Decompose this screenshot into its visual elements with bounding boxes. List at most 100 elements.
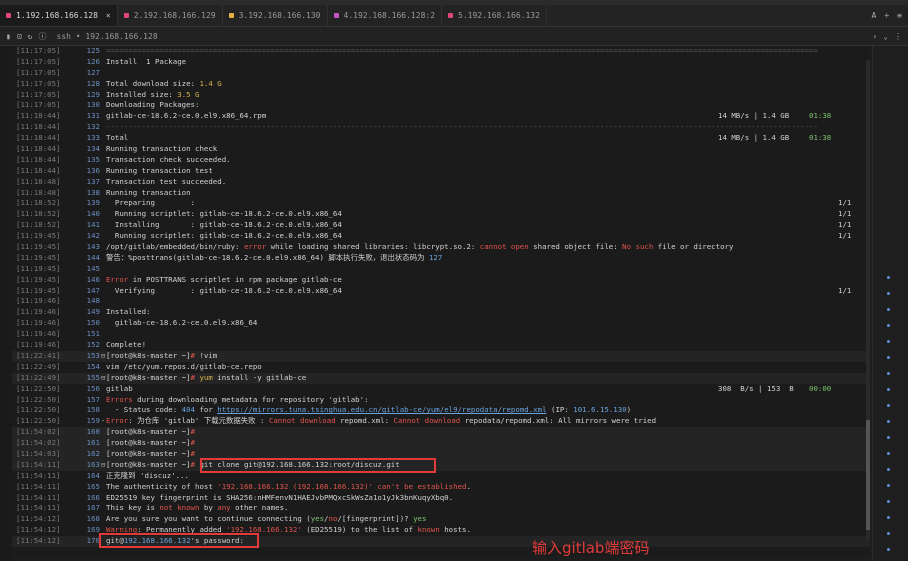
tab-4[interactable]: 4.192.168.166.128:2 bbox=[328, 5, 443, 26]
text-segment: Installed: bbox=[106, 307, 151, 317]
line-number: 158 bbox=[86, 405, 100, 415]
tab-1[interactable]: 1.192.168.166.128 × bbox=[0, 5, 118, 26]
line-text: The authenticity of host '192.168.166.13… bbox=[106, 482, 471, 493]
timestamp: [11:22:50] bbox=[16, 405, 61, 415]
highlight-box-password bbox=[99, 533, 259, 548]
line-number: 138 bbox=[86, 187, 100, 197]
timestamp: [11:19:46] bbox=[16, 340, 61, 350]
line-text: Install 1 Package bbox=[106, 57, 186, 68]
line-text: Running transaction bbox=[106, 188, 191, 199]
line-text: gitlab-ce-18.6.2-ce.0.el9.x86_64.rpm bbox=[106, 111, 266, 122]
text-segment: Error bbox=[106, 274, 129, 284]
sidebar-marker-icon bbox=[887, 516, 890, 519]
text-segment: gitlab-ce-18.6.2-ce.0.el9.x86_64.rpm bbox=[106, 111, 267, 121]
fold-icon[interactable]: ⊟ bbox=[101, 351, 105, 362]
terminal-scrollbar[interactable] bbox=[866, 60, 870, 540]
info-icon[interactable]: ⓘ bbox=[38, 31, 46, 42]
line-number: 161 bbox=[86, 438, 100, 448]
sidebar-marker-icon bbox=[887, 276, 890, 279]
sidebar-marker-icon bbox=[887, 324, 890, 327]
text-segment: 101.6.15.130 bbox=[573, 405, 627, 415]
text-segment: Running scriptlet: gitlab-ce-18.6.2-ce.0… bbox=[106, 209, 342, 219]
text-segment: # bbox=[190, 427, 195, 437]
line-text: Running transaction check bbox=[106, 144, 217, 155]
close-icon[interactable]: × bbox=[106, 11, 111, 20]
terminal-line: [11:22:50] 159- Error: 为仓库 'gitlab' 下载元数据失… bbox=[12, 416, 870, 427]
more-icon[interactable]: ⋮ bbox=[894, 32, 902, 41]
new-session-icon[interactable]: ⊡ bbox=[17, 32, 22, 41]
timestamp: [11:18:44] bbox=[16, 165, 61, 175]
terminal-line: [11:54:02] 161 [root@k8s-master ~]# bbox=[12, 438, 870, 449]
terminal-line: [11:54:11] 165 The authenticity of host '1… bbox=[12, 482, 870, 493]
sidebar-marker-icon bbox=[887, 388, 890, 391]
text-segment: Running transaction check bbox=[106, 144, 218, 154]
text-segment: 1.4 G bbox=[199, 78, 222, 88]
line-text: Error in POSTTRANS scriptlet in rpm pack… bbox=[106, 275, 342, 286]
line-text: Installed: bbox=[106, 307, 151, 318]
sidebar-toggle-icon[interactable]: ▮ bbox=[6, 32, 11, 41]
terminal-line: [11:54:11] 164 正克隆到 'discuz'... bbox=[12, 471, 870, 482]
sidebar-marker-icon bbox=[887, 452, 890, 455]
text-segment: repodata/repomd.xml: All mirrors were tr… bbox=[460, 416, 657, 426]
line-number: 147 bbox=[86, 285, 100, 295]
timestamp: [11:22:50] bbox=[16, 394, 61, 404]
session-toolbar: ▮ ⊡ ↻ ⓘ ssh • 192.168.166.128 › ⌄ ⋮ bbox=[0, 27, 908, 46]
refresh-icon[interactable]: ↻ bbox=[28, 32, 33, 41]
text-segment: [root@k8s-master ~] bbox=[106, 459, 191, 469]
terminal-line: [11:18:44] 135 Transaction check succeeded… bbox=[12, 155, 870, 166]
terminal-line: [11:54:02] 160 [root@k8s-master ~]# bbox=[12, 427, 870, 439]
line-text: ED25519 key fingerprint is SHA256:nHMFen… bbox=[106, 493, 453, 504]
line-number: 156 bbox=[86, 383, 100, 393]
timestamp: [11:22:50] bbox=[16, 416, 61, 426]
font-size-icon[interactable]: A bbox=[872, 11, 877, 20]
text-segment: Errors bbox=[106, 394, 133, 404]
terminal-line: [11:22:49] 154 vim /etc/yum.repos.d/gitlab… bbox=[12, 362, 870, 373]
chevron-down-icon[interactable]: ⌄ bbox=[883, 32, 888, 41]
tabbar-actions: A + ≡ bbox=[872, 5, 902, 26]
left-gutter bbox=[0, 46, 12, 561]
text-segment: gitlab bbox=[106, 383, 133, 393]
line-text: /opt/gitlab/embedded/bin/ruby: error whi… bbox=[106, 242, 733, 253]
line-text: Running scriptlet: gitlab-ce-18.6.2-ce.0… bbox=[106, 231, 342, 242]
scrollbar-thumb[interactable] bbox=[866, 420, 870, 530]
text-segment: # bbox=[190, 448, 195, 458]
tab-3[interactable]: 3.192.168.166.130 bbox=[223, 5, 328, 26]
text-segment: 警告：%posttrans(gitlab-ce-18.6.2-ce.0.el9.… bbox=[106, 252, 429, 262]
chevron-right-icon[interactable]: › bbox=[872, 32, 877, 41]
fold-icon[interactable]: ⊟ bbox=[101, 460, 105, 471]
line-number: 142 bbox=[86, 231, 100, 241]
text-segment: 127 bbox=[428, 252, 443, 262]
text-segment: 404 bbox=[181, 405, 196, 415]
timestamp: [11:54:02] bbox=[16, 427, 61, 437]
text-segment: Complete! bbox=[106, 340, 147, 350]
add-tab-icon[interactable]: + bbox=[884, 11, 889, 20]
tab-2[interactable]: 2.192.168.166.129 bbox=[118, 5, 223, 26]
text-segment: yes bbox=[310, 514, 325, 524]
text-segment: . bbox=[466, 481, 471, 491]
line-number: 157 bbox=[86, 394, 100, 404]
download-time: 01:38 bbox=[809, 111, 832, 121]
line-text: [root@k8s-master ~]# bbox=[106, 438, 195, 449]
download-time: 00:00 bbox=[809, 383, 832, 393]
text-segment: ========================================… bbox=[106, 46, 818, 55]
terminal-line: [11:54:11] 167 This key is not known by an… bbox=[12, 503, 870, 514]
tab-5[interactable]: 5.192.168.166.132 bbox=[442, 5, 547, 26]
fold-icon[interactable]: ⊟ bbox=[101, 373, 105, 384]
timestamp: [11:18:52] bbox=[16, 220, 61, 230]
line-text: [root@k8s-master ~]# yum install -y gitl… bbox=[106, 373, 306, 384]
menu-icon[interactable]: ≡ bbox=[897, 11, 902, 20]
tab-bar: 1.192.168.166.128 × 2.192.168.166.129 3.192… bbox=[0, 5, 908, 27]
text-segment: Cannot download bbox=[268, 416, 336, 426]
line-text: Transaction check succeeded. bbox=[106, 155, 231, 166]
terminal-output[interactable]: [11:17:05] 125 ===========================… bbox=[12, 46, 870, 556]
line-text: 正克隆到 'discuz'... bbox=[106, 471, 189, 482]
line-number: 167 bbox=[86, 503, 100, 513]
line-text: [root@k8s-master ~]# !vim bbox=[106, 351, 217, 362]
terminal-line: [11:18:44] 131 gitlab-ce-18.6.2-ce.0.el9.x… bbox=[12, 111, 870, 122]
terminal-line: [11:18:52] 139 Preparing : 1/1 bbox=[12, 198, 870, 209]
line-number: 164 bbox=[86, 470, 100, 480]
text-segment[interactable]: https://mirrors.tuna.tsinghua.edu.cn/git… bbox=[217, 405, 546, 414]
terminal-line: [11:22:49] 155 ⊟ [root@k8s-master ~]# yum i… bbox=[12, 372, 870, 384]
download-stats: 14 MB/s | 1.4 GB bbox=[718, 133, 790, 143]
line-text: Are you sure you want to continue connec… bbox=[106, 514, 426, 525]
